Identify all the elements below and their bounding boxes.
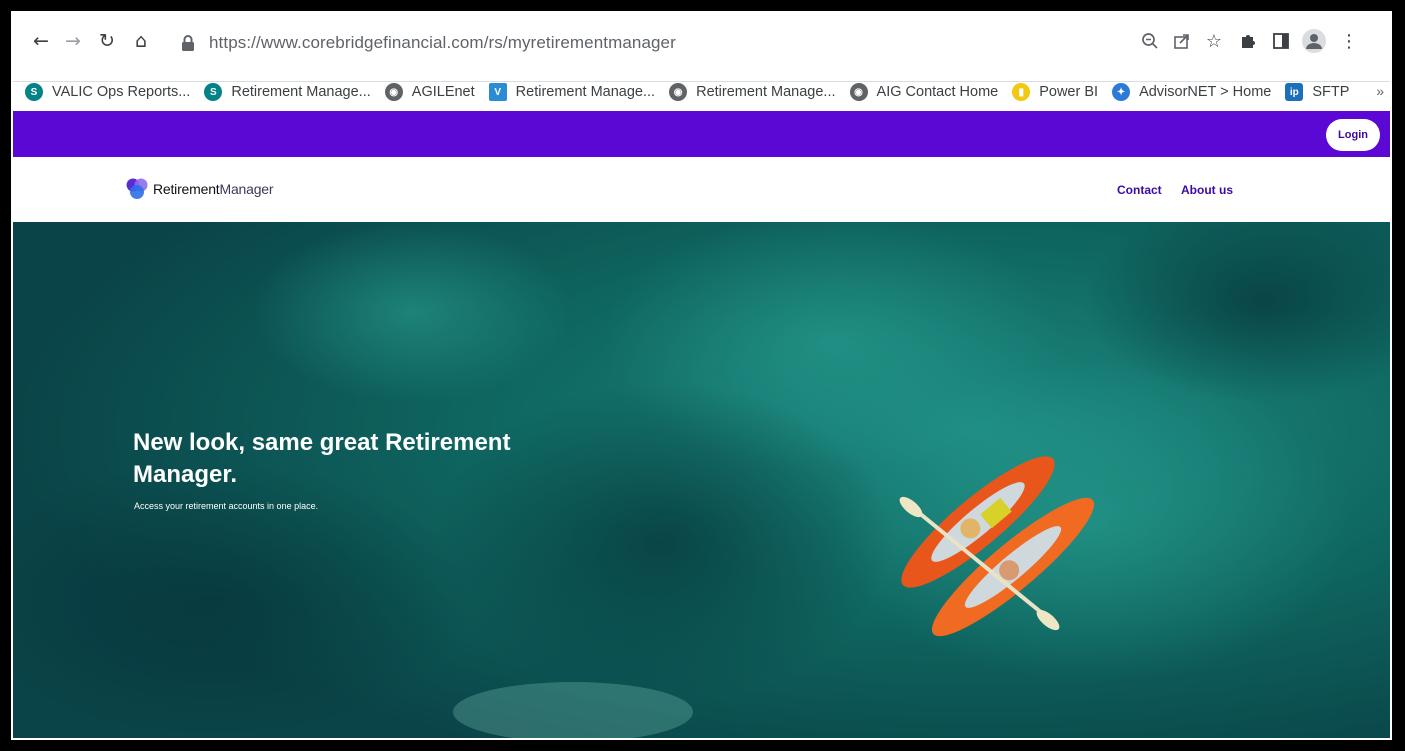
web-page: Login RetirementManager Contact About us — [13, 111, 1390, 738]
side-panel-button[interactable] — [1267, 27, 1295, 55]
home-icon: ⌂ — [134, 30, 148, 52]
forward-button[interactable]: → — [59, 27, 87, 55]
side-panel-icon — [1273, 33, 1289, 49]
url-path: /rs/myretirementmanager — [483, 33, 676, 52]
bookmark-item[interactable]: ◉ AIG Contact Home — [849, 83, 999, 101]
bookmark-star-button[interactable]: ☆ — [1200, 27, 1228, 55]
forward-arrow-icon: → — [65, 30, 81, 52]
home-button[interactable]: ⌂ — [127, 27, 155, 55]
logo-text: RetirementManager — [153, 181, 274, 197]
utility-bar: Login — [13, 111, 1390, 157]
more-bookmarks-button[interactable]: » — [1376, 83, 1384, 99]
kebab-menu-icon: ⋮ — [1340, 30, 1358, 52]
hero-subtitle: Access your retirement accounts in one p… — [134, 501, 319, 511]
bookmark-item[interactable]: S Retirement Manage... — [204, 83, 371, 101]
reload-button[interactable]: ↻ — [93, 27, 121, 55]
bookmark-label: Retirement Manage... — [515, 84, 656, 100]
browser-window: ← → ↻ ⌂ https://www.corebridgefinancial.… — [11, 11, 1392, 740]
bookmark-item[interactable]: ◉ AGILEnet — [384, 83, 475, 101]
bookmark-item[interactable]: ▮ Power BI — [1012, 83, 1098, 101]
bookmark-label: VALIC Ops Reports... — [52, 84, 191, 100]
site-header: RetirementManager Contact About us — [13, 157, 1390, 222]
valic-icon: V — [488, 83, 507, 101]
nav-about-link[interactable]: About us — [1181, 183, 1233, 197]
share-icon — [1174, 34, 1189, 49]
retirement-manager-logo[interactable]: RetirementManager — [125, 177, 274, 201]
address-bar[interactable]: https://www.corebridgefinancial.com/rs/m… — [168, 28, 1248, 58]
ip-icon: ip — [1285, 83, 1304, 101]
avatar-icon — [1302, 29, 1326, 53]
logo-mark-icon — [125, 177, 149, 201]
bookmark-label: AIG Contact Home — [876, 84, 999, 100]
sharepoint-icon: S — [25, 83, 43, 101]
bookmark-label: Retirement Manage... — [696, 84, 836, 100]
bookmark-item[interactable]: ✦ AdvisorNET > Home — [1112, 83, 1271, 101]
back-arrow-icon: ← — [33, 30, 49, 52]
bookmark-label: AdvisorNET > Home — [1139, 84, 1272, 100]
globe-icon: ◉ — [669, 83, 688, 101]
reload-icon: ↻ — [99, 30, 115, 52]
bookmark-label: AGILEnet — [411, 84, 475, 100]
advisornet-icon: ✦ — [1112, 83, 1131, 101]
bookmark-label: SFTP — [1312, 84, 1350, 100]
bookmark-item[interactable]: V Retirement Manage... — [488, 83, 656, 101]
star-icon: ☆ — [1205, 30, 1223, 52]
logo-text-light: Manager — [219, 181, 274, 197]
lock-icon — [181, 35, 195, 51]
share-button[interactable] — [1168, 27, 1196, 55]
globe-icon: ◉ — [849, 83, 868, 101]
bookmark-label: Retirement Manage... — [231, 84, 371, 100]
zoom-icon — [1142, 33, 1158, 49]
bookmark-label: Power BI — [1039, 84, 1099, 100]
url-text: https://www.corebridgefinancial.com/rs/m… — [209, 33, 676, 53]
sharepoint-icon: S — [204, 83, 223, 101]
logo-text-strong: Retirement — [153, 181, 220, 197]
bookmark-item[interactable]: ◉ Retirement Manage... — [669, 83, 836, 101]
hero-title: New look, same great Retirement Manager. — [133, 429, 511, 488]
powerbi-icon: ▮ — [1012, 83, 1031, 101]
bookmark-item[interactable]: ip SFTP — [1285, 83, 1349, 101]
browser-toolbar: ← → ↻ ⌂ https://www.corebridgefinancial.… — [13, 13, 1390, 82]
url-host: https://www.corebridgefinancial.com — [209, 33, 484, 52]
profile-button[interactable] — [1300, 27, 1328, 55]
puzzle-icon — [1242, 35, 1255, 48]
hero-section: New look, same great Retirement Manager.… — [13, 222, 1390, 738]
back-button[interactable]: ← — [27, 27, 55, 55]
globe-icon: ◉ — [384, 83, 403, 101]
extensions-button[interactable] — [1234, 27, 1262, 55]
nav-contact-link[interactable]: Contact — [1117, 183, 1162, 197]
bookmarks-bar: S VALIC Ops Reports... S Retirement Manage.… — [13, 75, 1390, 109]
login-button[interactable]: Login — [1326, 119, 1380, 151]
menu-button[interactable]: ⋮ — [1335, 27, 1363, 55]
zoom-button[interactable] — [1136, 27, 1164, 55]
bookmark-item[interactable]: S VALIC Ops Reports... — [25, 83, 190, 101]
